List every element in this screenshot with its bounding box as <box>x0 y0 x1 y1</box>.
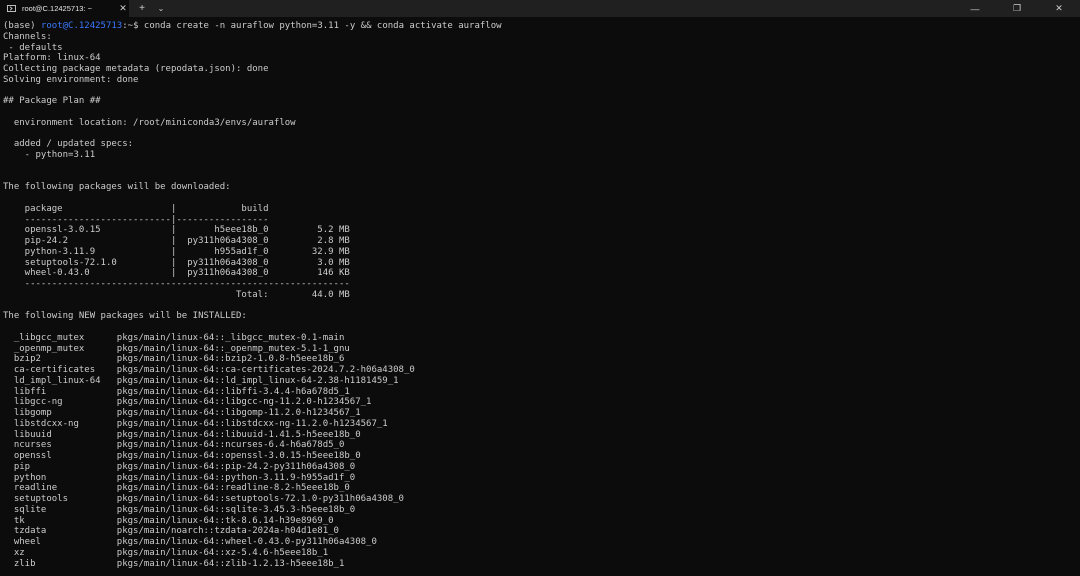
output-line: environment location: /root/miniconda3/e… <box>3 117 296 128</box>
tab-close-icon[interactable]: ✕ <box>117 3 129 14</box>
output-line: Collecting package metadata (repodata.js… <box>3 64 269 74</box>
output-line: Channels: <box>3 31 52 42</box>
output-line: added / updated specs: <box>3 139 134 150</box>
output-line: python-3.11.9 | h955ad1f_0 32.9 MB <box>3 246 350 257</box>
title-bar: root@C.12425713: ~ ✕ + ⌄ — ❐ ✕ <box>0 0 1080 17</box>
conda-env-label: (base) <box>3 21 41 31</box>
output-line: - defaults <box>3 42 63 53</box>
prompt-command: conda create -n auraflow python=3.11 -y … <box>143 21 502 31</box>
output-line: _libgcc_mutex pkgs/main/linux-64::_libgc… <box>3 332 345 343</box>
prompt-path: :~$ <box>122 21 144 31</box>
new-tab-button[interactable]: + <box>131 0 153 17</box>
prompt-host: @C.12425713 <box>62 21 123 31</box>
output-line: libgcc-ng pkgs/main/linux-64::libgcc-ng-… <box>3 397 372 408</box>
output-line: readline pkgs/main/linux-64::readline-8.… <box>3 483 350 494</box>
output-line: ---------------------------|------------… <box>3 214 269 225</box>
output-line: libffi pkgs/main/linux-64::libffi-3.4.4-… <box>3 386 350 397</box>
output-line: openssl-3.0.15 | h5eee18b_0 5.2 MB <box>3 225 350 236</box>
terminal-icon <box>7 5 16 12</box>
output-line: ca-certificates pkgs/main/linux-64::ca-c… <box>3 365 415 375</box>
close-button[interactable]: ✕ <box>1038 0 1080 17</box>
output-line: sqlite pkgs/main/linux-64::sqlite-3.45.3… <box>3 504 356 515</box>
chevron-down-icon[interactable]: ⌄ <box>153 0 169 17</box>
terminal-output[interactable]: (base) root@C.12425713:~$ conda create -… <box>3 21 1080 576</box>
output-line: libuuid pkgs/main/linux-64::libuuid-1.41… <box>3 429 361 440</box>
output-line: Solving environment: done <box>3 74 139 85</box>
output-line: ## Package Plan ## <box>3 96 101 107</box>
prompt-user: root <box>40 21 63 31</box>
output-line: pip pkgs/main/linux-64::pip-24.2-py311h0… <box>3 461 356 472</box>
output-line: tk pkgs/main/linux-64::tk-8.6.14-h39e896… <box>3 515 334 526</box>
output-block: Channels: - defaults Platform: linux-64 Co… <box>3 32 1080 570</box>
output-line: tzdata pkgs/main/noarch::tzdata-2024a-h0… <box>3 526 339 537</box>
output-line: libgomp pkgs/main/linux-64::libgomp-11.2… <box>3 408 361 418</box>
output-line: wheel-0.43.0 | py311h06a4308_0 146 KB <box>3 268 350 279</box>
output-line: setuptools pkgs/main/linux-64::setuptool… <box>3 494 404 504</box>
output-line: _openmp_mutex pkgs/main/linux-64::_openm… <box>3 343 350 354</box>
minimize-button[interactable]: — <box>954 0 996 17</box>
output-line: ----------------------------------------… <box>3 279 350 289</box>
output-line: libstdcxx-ng pkgs/main/linux-64::libstdc… <box>3 418 388 429</box>
output-line: pip-24.2 | py311h06a4308_0 2.8 MB <box>3 236 350 246</box>
output-line: zlib pkgs/main/linux-64::zlib-1.2.13-h5e… <box>3 558 345 569</box>
tab-title: root@C.12425713: ~ <box>22 4 92 13</box>
output-line: The following packages will be downloade… <box>3 182 231 193</box>
output-line: python pkgs/main/linux-64::python-3.11.9… <box>3 472 356 483</box>
output-line: Total: 44.0 MB <box>3 289 350 300</box>
output-line: - python=3.11 <box>3 150 96 160</box>
output-line: ncurses pkgs/main/linux-64::ncurses-6.4-… <box>3 440 345 451</box>
output-line: The following NEW packages will be INSTA… <box>3 311 247 322</box>
output-line: xz pkgs/main/linux-64::xz-5.4.6-h5eee18b… <box>3 547 329 558</box>
command-prompt-line: (base) root@C.12425713:~$ conda create -… <box>3 21 1080 32</box>
output-line: setuptools-72.1.0 | py311h06a4308_0 3.0 … <box>3 257 350 268</box>
output-line: ld_impl_linux-64 pkgs/main/linux-64::ld_… <box>3 375 399 386</box>
output-line: bzip2 pkgs/main/linux-64::bzip2-1.0.8-h5… <box>3 354 345 365</box>
maximize-button[interactable]: ❐ <box>996 0 1038 17</box>
output-line: package | build <box>3 203 269 214</box>
terminal-tab[interactable]: root@C.12425713: ~ ✕ <box>0 0 129 17</box>
output-line: openssl pkgs/main/linux-64::openssl-3.0.… <box>3 451 361 461</box>
output-line: Platform: linux-64 <box>3 53 101 64</box>
output-line: wheel pkgs/main/linux-64::wheel-0.43.0-p… <box>3 537 377 547</box>
